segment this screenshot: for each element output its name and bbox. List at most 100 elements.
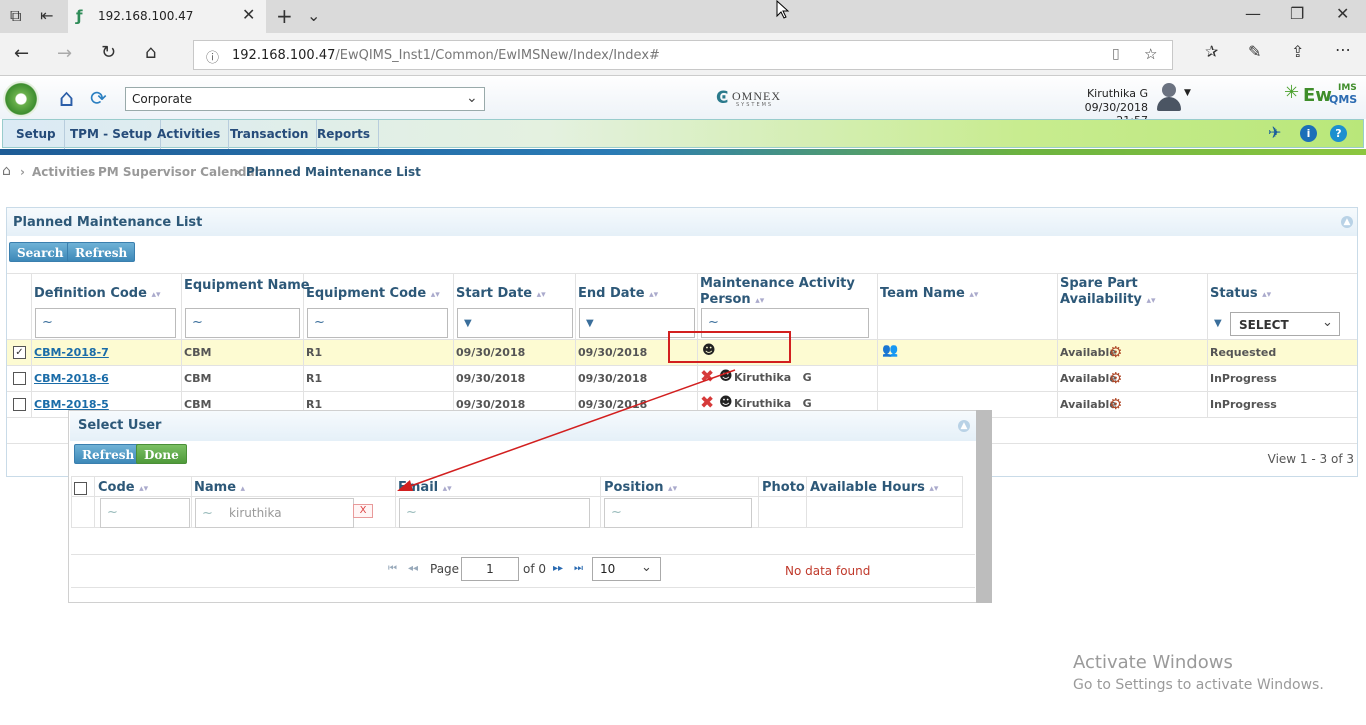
filter-code[interactable]: ~ xyxy=(100,498,190,528)
refresh-button[interactable]: Refresh xyxy=(67,242,136,262)
person-select-icon[interactable]: ☻ xyxy=(719,395,733,410)
col-email[interactable]: Email ▴▾ xyxy=(398,480,452,495)
col-definition-code[interactable]: Definition Code ▴▾ xyxy=(34,286,161,301)
user-menu-caret-icon[interactable]: ▼ xyxy=(1184,88,1191,98)
menu-transaction[interactable]: Transaction xyxy=(222,120,318,149)
menu-setup[interactable]: Setup xyxy=(8,120,65,149)
menu-tpm-setup[interactable]: TPM - Setup xyxy=(62,120,161,149)
row-checkbox[interactable] xyxy=(13,398,26,411)
reading-view-icon[interactable]: ▯ xyxy=(1112,46,1120,62)
filter-definition-code[interactable]: ~ xyxy=(35,308,176,338)
dialog-title: Select User xyxy=(78,418,162,433)
filter-name[interactable]: ~ kiruthika xyxy=(195,498,354,528)
forward-icon[interactable]: → xyxy=(57,45,72,63)
info-icon[interactable]: i xyxy=(1300,125,1317,142)
prev-page-icon[interactable]: ◂◂ xyxy=(408,563,418,574)
help-icon[interactable]: ? xyxy=(1330,125,1347,142)
page-size-value: 10 xyxy=(600,562,616,576)
organization-select[interactable]: Corporate ⌄ xyxy=(125,87,485,111)
col-equipment-code[interactable]: Equipment Code ▴▾ xyxy=(306,286,440,301)
row-definition-code-link[interactable]: CBM-2018-7 xyxy=(34,346,109,359)
close-window-icon[interactable]: ✕ xyxy=(1336,6,1349,22)
menu-activities[interactable]: Activities xyxy=(149,120,230,149)
gear-icon[interactable]: ⚙ xyxy=(1109,343,1122,361)
first-page-icon[interactable]: ⏮ xyxy=(388,563,397,574)
gear-icon[interactable]: ⚙ xyxy=(1109,395,1122,413)
next-page-icon[interactable]: ▸▸ xyxy=(553,563,563,574)
col-team-name[interactable]: Team Name ▴▾ xyxy=(880,286,978,301)
browser-tab[interactable]: ƒ 192.168.100.47 ✕ xyxy=(68,0,266,33)
refresh-nav-icon[interactable]: ⟳ xyxy=(90,86,107,110)
pin-icon[interactable]: ✈ xyxy=(1268,123,1281,142)
chevron-down-icon: ⌄ xyxy=(1322,315,1333,330)
close-tab-icon[interactable]: ✕ xyxy=(242,7,255,23)
col-position[interactable]: Position ▴▾ xyxy=(604,480,677,495)
dialog-refresh-button[interactable]: Refresh xyxy=(74,444,143,464)
more-icon[interactable]: ⋯ xyxy=(1335,42,1351,58)
tab-list-icon[interactable]: ⧉ xyxy=(10,8,21,24)
filter-equipment-name[interactable]: ~ xyxy=(185,308,300,338)
status-select[interactable]: SELECT ⌄ xyxy=(1230,312,1340,336)
back-icon[interactable]: ← xyxy=(14,45,29,63)
col-code[interactable]: Code ▴▾ xyxy=(98,480,148,495)
row-checkbox[interactable] xyxy=(13,372,26,385)
pen-icon[interactable]: ✎ xyxy=(1248,44,1261,60)
col-start-date[interactable]: Start Date ▴▾ xyxy=(456,286,546,301)
filter-start-date[interactable]: ▼ xyxy=(457,308,573,338)
col-spare-availability[interactable]: Availability ▴▾ xyxy=(1060,292,1155,307)
row-definition-code-link[interactable]: CBM-2018-6 xyxy=(34,372,109,385)
page-size-select[interactable]: 10 ⌄ xyxy=(592,557,661,581)
restore-icon[interactable]: ❐ xyxy=(1290,6,1304,22)
col-end-date[interactable]: End Date ▴▾ xyxy=(578,286,658,301)
search-button[interactable]: Search xyxy=(9,242,72,262)
minimize-icon[interactable]: — xyxy=(1245,6,1261,22)
col-maintenance-person[interactable]: Maintenance Activity xyxy=(700,276,855,291)
home-icon[interactable]: ⌂ xyxy=(145,44,156,62)
col-maintenance-person-line2[interactable]: Person ▴▾ xyxy=(700,292,764,307)
row-equipment-name: CBM xyxy=(184,346,212,359)
last-page-icon[interactable]: ⏭ xyxy=(574,563,583,574)
col-available-hours[interactable]: Available Hours ▴▾ xyxy=(810,480,938,495)
url-field[interactable]: ⓘ 192.168.100.47/EwQIMS_Inst1/Common/EwI… xyxy=(193,40,1173,70)
collapse-icon[interactable]: ▲ xyxy=(1341,216,1353,228)
col-status[interactable]: Status ▴▾ xyxy=(1210,286,1271,301)
select-all-checkbox[interactable] xyxy=(74,482,87,495)
breadcrumb-separator: › xyxy=(235,165,240,179)
page-input[interactable]: 1 xyxy=(461,557,519,581)
col-spare-part[interactable]: Spare Part xyxy=(1060,276,1138,291)
no-data-message: No data found xyxy=(785,564,871,578)
menu-reports[interactable]: Reports xyxy=(309,120,380,149)
chevron-down-icon: ⌄ xyxy=(466,90,478,106)
home-nav-icon[interactable]: ⌂ xyxy=(59,84,74,112)
gear-icon[interactable]: ⚙ xyxy=(1109,369,1122,387)
chevron-down-icon: ⌄ xyxy=(641,560,652,575)
remove-person-icon[interactable]: ✖ xyxy=(700,367,714,387)
breadcrumb-home-icon[interactable]: ⌂ xyxy=(2,163,11,179)
avatar[interactable] xyxy=(1154,81,1184,113)
dialog-done-button[interactable]: Done xyxy=(136,444,187,464)
row-checkbox[interactable]: ✓ xyxy=(13,346,26,359)
set-aside-tabs-icon[interactable]: ⇤ xyxy=(40,8,53,24)
col-name[interactable]: Name ▴ xyxy=(194,480,245,495)
reload-icon[interactable]: ↻ xyxy=(101,44,116,62)
clear-filter-button[interactable]: X xyxy=(353,504,373,518)
filter-email[interactable]: ~ xyxy=(399,498,590,528)
breadcrumb-activities[interactable]: Activities xyxy=(32,165,95,179)
favorites-icon[interactable]: ✰ xyxy=(1205,44,1218,60)
row-end-date: 09/30/2018 xyxy=(578,346,648,359)
person-select-icon[interactable]: ☻ xyxy=(719,369,733,384)
site-info-icon[interactable]: ⓘ xyxy=(206,47,219,66)
tab-dropdown-icon[interactable]: ⌄ xyxy=(307,8,320,24)
favorite-star-icon[interactable]: ☆ xyxy=(1144,45,1157,63)
activate-windows-title: Activate Windows xyxy=(1073,652,1233,673)
url-path: /EwQIMS_Inst1/Common/EwIMSNew/Index/Inde… xyxy=(335,48,660,63)
share-icon[interactable]: ⇪ xyxy=(1291,44,1304,60)
collapse-icon[interactable]: ▲ xyxy=(958,420,970,432)
col-photo[interactable]: Photo xyxy=(762,480,805,495)
new-tab-icon[interactable]: + xyxy=(276,6,293,26)
dialog-scrollbar[interactable] xyxy=(976,410,992,603)
col-equipment-name[interactable]: Equipment Name xyxy=(184,278,310,293)
filter-equipment-code[interactable]: ~ xyxy=(307,308,448,338)
team-users-icon[interactable]: 👥 xyxy=(882,343,898,358)
filter-position[interactable]: ~ xyxy=(604,498,752,528)
